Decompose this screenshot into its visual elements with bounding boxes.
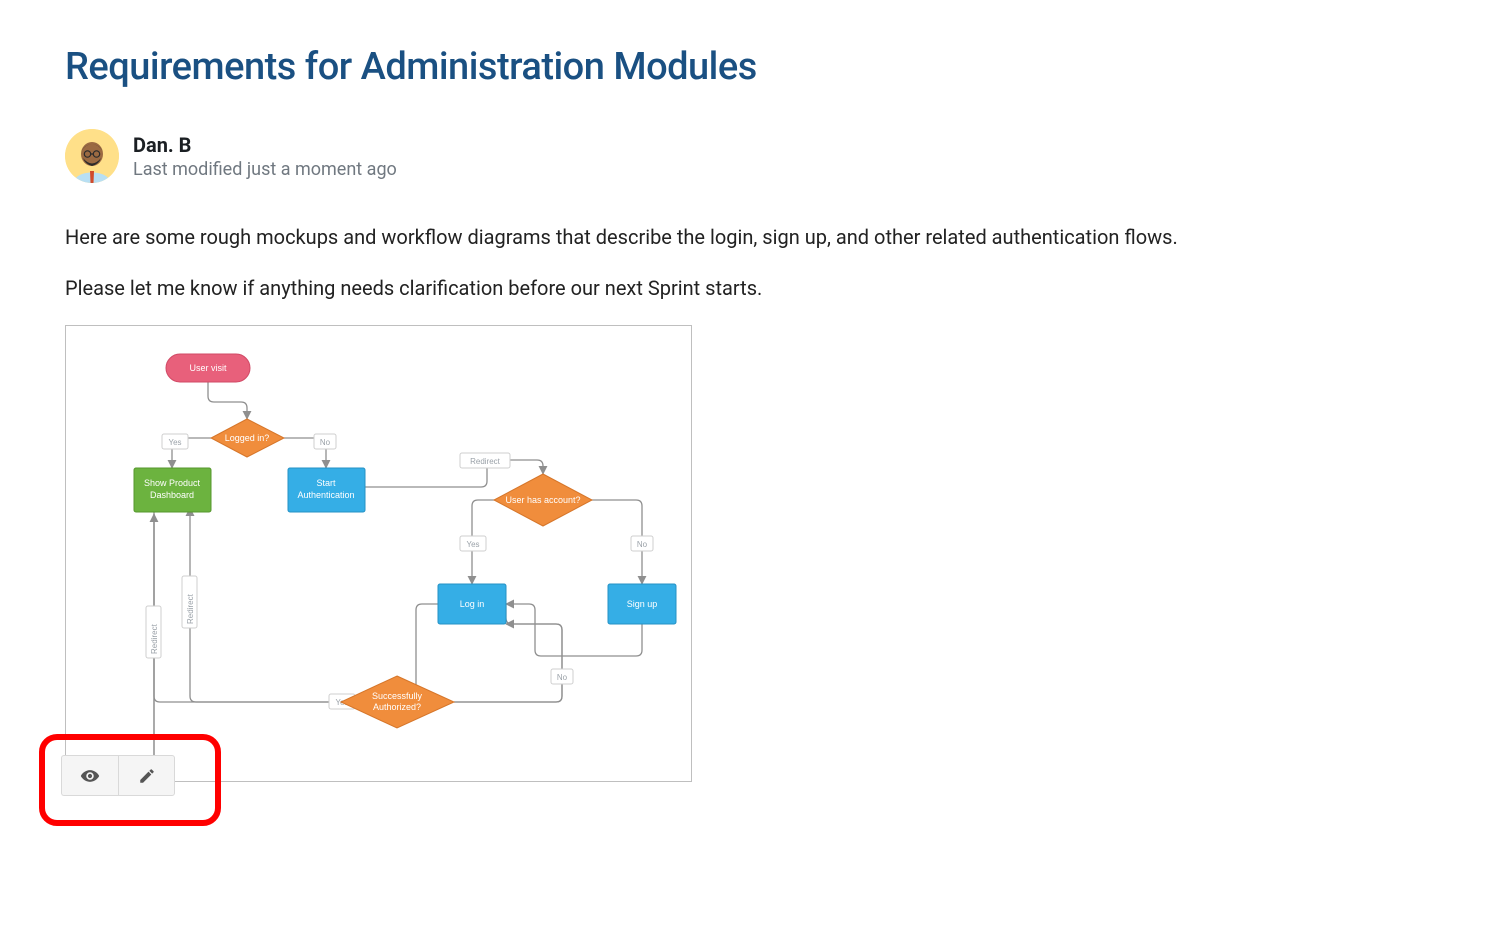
view-button[interactable] <box>61 755 118 796</box>
node-logged-in: Logged in? <box>225 433 270 443</box>
flowchart-diagram: Yes No Redirect Yes No No Yes Redirect R <box>65 325 692 782</box>
avatar <box>65 129 119 183</box>
eye-icon <box>80 766 100 786</box>
node-show-product-dashboard-l1: Show Product <box>144 478 201 488</box>
node-success-auth-l1: Successfully <box>372 691 423 701</box>
edit-button[interactable] <box>118 755 175 796</box>
last-modified-text: Last modified just a moment ago <box>133 159 397 180</box>
edge-label-no-3: No <box>557 673 568 682</box>
node-show-product-dashboard-l2: Dashboard <box>150 490 194 500</box>
node-user-has-account: User has account? <box>505 495 580 505</box>
body-text: Here are some rough mockups and workflow… <box>65 223 1440 303</box>
paragraph-1: Here are some rough mockups and workflow… <box>65 223 1440 252</box>
edge-label-no-2: No <box>637 540 648 549</box>
node-success-auth-l2: Authorized? <box>373 702 421 712</box>
edge-label-redirect-2: Redirect <box>186 593 195 624</box>
node-user-visit: User visit <box>189 363 227 373</box>
page-title: Requirements for Administration Modules <box>65 45 1440 89</box>
node-start-auth-l2: Authentication <box>297 490 354 500</box>
edge-label-no: No <box>320 438 331 447</box>
author-name: Dan. B <box>133 133 397 157</box>
paragraph-2: Please let me know if anything needs cla… <box>65 274 1440 303</box>
edge-label-yes: Yes <box>168 438 181 447</box>
edge-label-yes-2: Yes <box>466 540 479 549</box>
edge-label-redirect-3: Redirect <box>150 623 159 654</box>
node-sign-up: Sign up <box>627 599 658 609</box>
author-row: Dan. B Last modified just a moment ago <box>65 129 1440 183</box>
diagram-toolbar <box>61 755 175 796</box>
node-log-in: Log in <box>460 599 485 609</box>
pencil-icon <box>138 767 156 785</box>
node-start-auth-l1: Start <box>316 478 336 488</box>
edge-label-redirect: Redirect <box>470 457 501 466</box>
